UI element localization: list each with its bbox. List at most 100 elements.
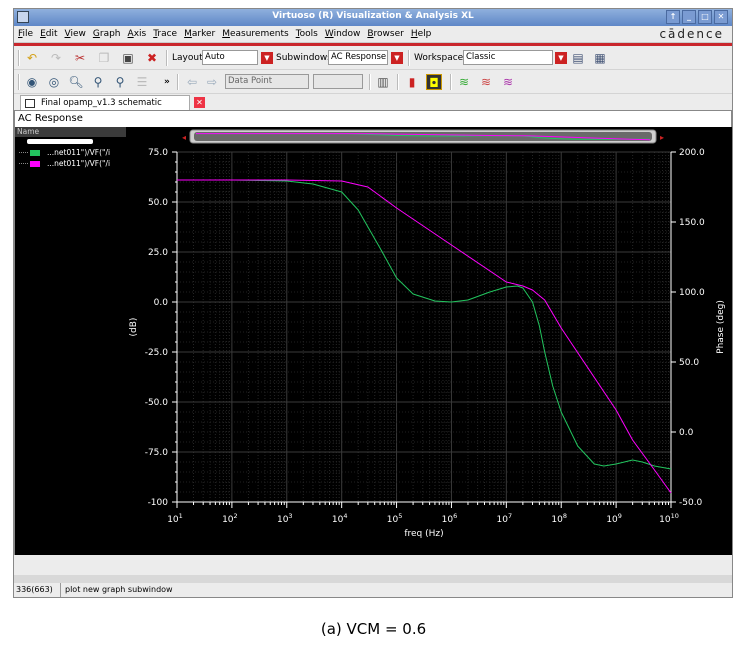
y-axis-label: (dB) bbox=[129, 318, 139, 337]
status-strip bbox=[14, 575, 732, 583]
title-bar: Virtuoso (R) Visualization & Analysis XL… bbox=[14, 9, 732, 26]
menu-measurements[interactable]: Measurements bbox=[222, 29, 288, 39]
legend-item-label: ...net011")/VF("/i bbox=[47, 148, 111, 157]
cut-icon[interactable]: ✂ bbox=[72, 50, 88, 66]
x-tick-label: 105 bbox=[387, 512, 403, 525]
menu-trace[interactable]: Trace bbox=[153, 29, 177, 39]
zoom-reset-icon[interactable]: ◎ bbox=[46, 74, 62, 90]
trace-swatch bbox=[30, 161, 40, 167]
plot-area[interactable]: ◂ ▸ 75.0 50.0 25.0 0.0 -25.0 -50.0 -75.0 -100 20… bbox=[126, 127, 732, 555]
graph-panel: AC Response Name ...net011")/VF("/i ...n… bbox=[14, 110, 732, 555]
toolbar-separator bbox=[177, 74, 179, 90]
legend-scrollbar[interactable] bbox=[27, 139, 93, 144]
minimize-icon[interactable]: _ bbox=[682, 10, 696, 24]
status-message: plot new graph subwindow bbox=[60, 583, 173, 597]
menu-tools[interactable]: Tools bbox=[296, 29, 318, 39]
zoom-fit-icon[interactable]: ◉ bbox=[24, 74, 40, 90]
y-tick-label: 75.0 bbox=[148, 148, 168, 158]
plot-axes: 75.0 50.0 25.0 0.0 -25.0 -50.0 -75.0 -100 200.0 1… bbox=[145, 148, 705, 525]
marker-mode-select[interactable]: Data Point bbox=[225, 74, 309, 89]
arrow-right-icon[interactable]: ⇨ bbox=[204, 74, 220, 90]
y-tick-label: -25.0 bbox=[145, 348, 169, 358]
menu-axis[interactable]: Axis bbox=[128, 29, 147, 39]
workspace-label: Workspace: bbox=[414, 53, 467, 63]
zoom-in-icon[interactable]: 🔍︎ bbox=[68, 74, 84, 90]
scroll-right-icon[interactable]: ▸ bbox=[660, 133, 664, 142]
legend-item[interactable]: ...net011")/VF("/i bbox=[15, 147, 126, 158]
eye-diagram-icon[interactable]: ≋ bbox=[500, 74, 516, 90]
overview-scroller[interactable]: ◂ ▸ bbox=[182, 129, 664, 144]
maximize-icon[interactable]: □ bbox=[698, 10, 712, 24]
menu-file[interactable]: File bbox=[18, 29, 33, 39]
x-tick-label: 102 bbox=[222, 512, 238, 525]
copy-icon[interactable]: ❐ bbox=[96, 50, 112, 66]
close-icon[interactable]: ✕ bbox=[714, 10, 728, 24]
menu-browser[interactable]: Browser bbox=[367, 29, 403, 39]
pan-icon[interactable]: ☰ bbox=[134, 74, 150, 90]
chevron-down-icon[interactable]: ▼ bbox=[391, 52, 403, 64]
zoom-icon[interactable]: ⚲ bbox=[112, 74, 128, 90]
x-axis-label: freq (Hz) bbox=[404, 529, 443, 539]
legend-header: Name bbox=[15, 127, 126, 137]
table-icon[interactable]: ▥ bbox=[375, 74, 391, 90]
toolbar-graph: ◉ ◎ 🔍︎ ⚲ ⚲ ☰ » ⇦ ⇨ Data Point ▥ ▮ ◘ ≋ ≋ … bbox=[14, 70, 732, 94]
legend-item-label: ...net011")/VF("/i bbox=[47, 159, 111, 168]
layout-select[interactable]: Auto bbox=[202, 50, 258, 65]
y-tick-label: 0.0 bbox=[154, 298, 169, 308]
x-tick-label: 1010 bbox=[659, 512, 679, 525]
y-tick-label: 50.0 bbox=[148, 198, 168, 208]
layout-label: Layout: bbox=[172, 53, 206, 63]
signal-icon[interactable]: ≋ bbox=[478, 74, 494, 90]
x-tick-label: 103 bbox=[277, 512, 293, 525]
close-icon[interactable]: ✕ bbox=[194, 97, 205, 108]
load-workspace-icon[interactable]: ▦ bbox=[592, 50, 608, 66]
x-tick-label: 109 bbox=[606, 512, 622, 525]
window-title: Virtuoso (R) Visualization & Analysis XL bbox=[272, 11, 474, 21]
zoom-out-icon[interactable]: ⚲ bbox=[90, 74, 106, 90]
subwindows-select[interactable]: AC Response bbox=[328, 50, 388, 65]
window-icon bbox=[25, 99, 35, 108]
trace-magenta bbox=[177, 179, 672, 494]
marker-value-field[interactable] bbox=[313, 74, 363, 89]
tab-bar: Final opamp_v1.3 schematic ✕ bbox=[14, 94, 732, 111]
legend-item[interactable]: ...net011")/VF("/i bbox=[15, 158, 126, 169]
status-bar: 336(663) plot new graph subwindow bbox=[14, 575, 732, 597]
y2-tick-label: 0.0 bbox=[679, 428, 694, 438]
toolbar-separator bbox=[397, 74, 399, 90]
chevron-down-icon[interactable]: ▼ bbox=[555, 52, 567, 64]
toolbar-separator bbox=[450, 74, 452, 90]
pin-icon[interactable]: ↑ bbox=[666, 10, 680, 24]
workspace-select[interactable]: Classic bbox=[463, 50, 553, 65]
redo-icon[interactable]: ↷ bbox=[48, 50, 64, 66]
chevron-down-icon[interactable]: ▼ bbox=[261, 52, 273, 64]
more-tools[interactable]: » bbox=[164, 77, 170, 93]
menu-window[interactable]: Window bbox=[325, 29, 361, 39]
ac-response-chart[interactable]: ◂ ▸ 75.0 50.0 25.0 0.0 -25.0 -50.0 -75.0 -100 20… bbox=[126, 127, 732, 555]
save-workspace-icon[interactable]: ▤ bbox=[570, 50, 586, 66]
tab-schematic[interactable]: Final opamp_v1.3 schematic ✕ bbox=[20, 95, 205, 111]
window-controls: ↑ _ □ ✕ bbox=[666, 10, 728, 24]
undo-icon[interactable]: ↶ bbox=[24, 50, 40, 66]
menu-help[interactable]: Help bbox=[411, 29, 432, 39]
y2-tick-label: 100.0 bbox=[679, 288, 705, 298]
brand-logo: cādence bbox=[659, 27, 724, 41]
tab-label: Final opamp_v1.3 schematic bbox=[41, 98, 162, 108]
y-tick-label: 25.0 bbox=[148, 248, 168, 258]
bar-chart-icon[interactable]: ▮ bbox=[404, 74, 420, 90]
waveform-icon[interactable]: ≋ bbox=[456, 74, 472, 90]
delete-icon[interactable]: ✖ bbox=[144, 50, 160, 66]
menu-edit[interactable]: Edit bbox=[40, 29, 57, 39]
menu-marker[interactable]: Marker bbox=[184, 29, 215, 39]
trace-swatch bbox=[30, 150, 40, 156]
menu-view[interactable]: View bbox=[65, 29, 86, 39]
status-count: 336(663) bbox=[16, 585, 53, 594]
scroll-left-icon[interactable]: ◂ bbox=[182, 133, 186, 142]
menu-graph[interactable]: Graph bbox=[93, 29, 121, 39]
x-tick-label: 104 bbox=[332, 512, 348, 525]
arrow-left-icon[interactable]: ⇦ bbox=[184, 74, 200, 90]
graph-icon[interactable]: ◘ bbox=[426, 74, 442, 90]
y2-tick-label: 150.0 bbox=[679, 218, 705, 228]
paste-icon[interactable]: ▣ bbox=[120, 50, 136, 66]
toolbar-separator bbox=[408, 50, 410, 66]
plot-grid bbox=[176, 151, 671, 503]
